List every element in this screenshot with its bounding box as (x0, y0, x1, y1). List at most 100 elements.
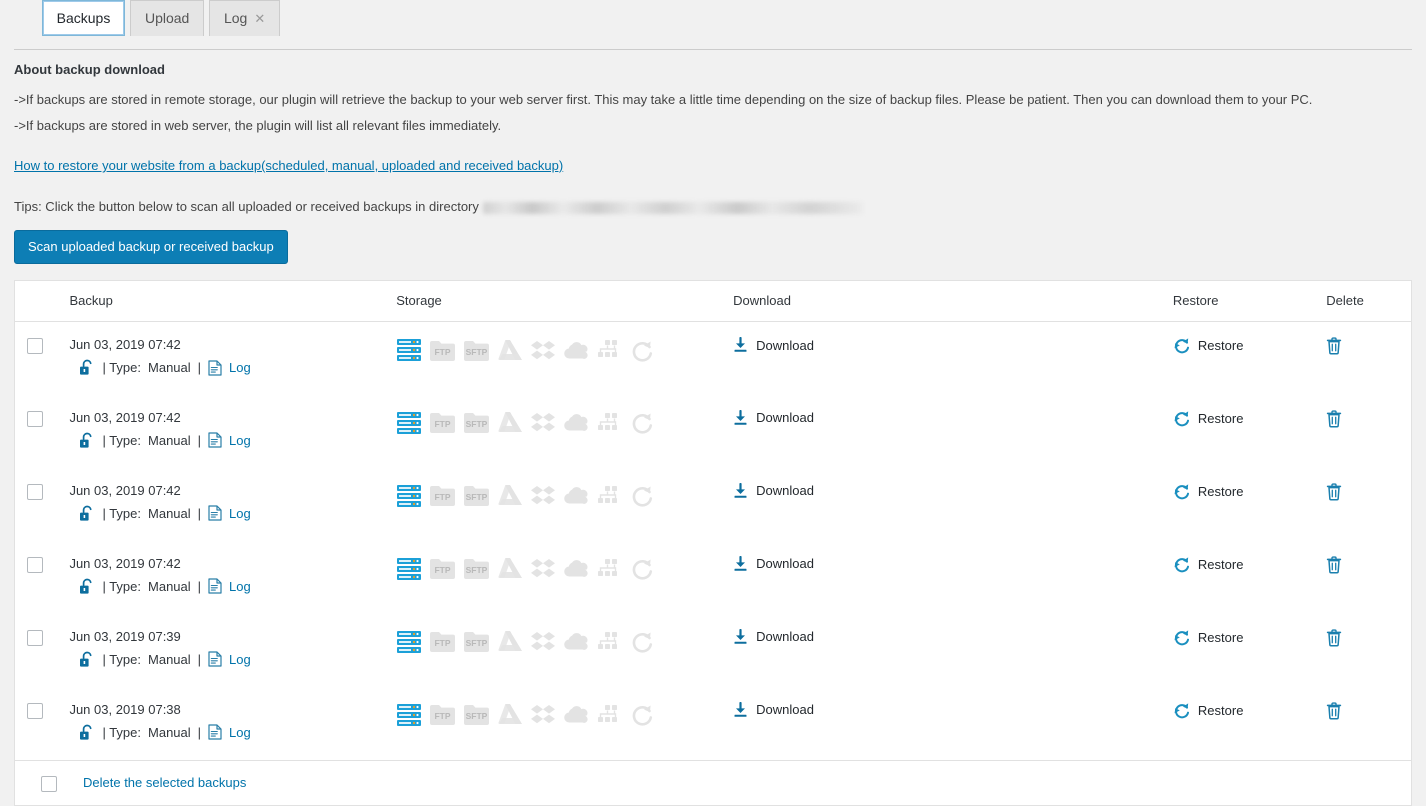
delete-backup-button[interactable] (1326, 701, 1411, 720)
download-action[interactable]: Download (733, 482, 1173, 499)
web-server-icon[interactable] (396, 703, 422, 727)
onedrive-icon[interactable] (563, 558, 590, 579)
restore-action[interactable]: Restore (1173, 628, 1326, 646)
delete-backup-button[interactable] (1326, 409, 1411, 428)
how-to-restore-link[interactable]: How to restore your website from a backu… (14, 158, 563, 173)
sync-icon[interactable] (630, 339, 654, 362)
download-link[interactable]: Download (756, 338, 814, 353)
web-server-icon[interactable] (396, 338, 422, 362)
unlock-icon[interactable] (79, 505, 95, 522)
scan-uploaded-backup-button[interactable]: Scan uploaded backup or received backup (14, 230, 288, 264)
restore-action[interactable]: Restore (1173, 482, 1326, 500)
sync-icon[interactable] (630, 557, 654, 580)
download-link[interactable]: Download (756, 629, 814, 644)
download-action[interactable]: Download (733, 701, 1173, 718)
download-icon[interactable] (733, 702, 748, 718)
log-link[interactable]: Log (229, 652, 251, 667)
download-icon[interactable] (733, 483, 748, 499)
dropbox-icon[interactable] (530, 339, 556, 362)
sftp-icon[interactable]: SFTP (463, 557, 490, 580)
download-action[interactable]: Download (733, 555, 1173, 572)
dropbox-icon[interactable] (530, 630, 556, 653)
download-icon[interactable] (733, 410, 748, 426)
ftp-icon[interactable]: FTP (429, 703, 456, 726)
ftp-icon[interactable]: FTP (429, 484, 456, 507)
onedrive-icon[interactable] (563, 412, 590, 433)
sync-icon[interactable] (630, 411, 654, 434)
delete-selected-backups-link[interactable]: Delete the selected backups (83, 775, 246, 790)
log-link[interactable]: Log (229, 360, 251, 375)
ftp-icon[interactable]: FTP (429, 630, 456, 653)
tab-log[interactable]: Log✕ (209, 0, 280, 36)
web-server-icon[interactable] (396, 557, 422, 581)
dropbox-icon[interactable] (530, 484, 556, 507)
download-link[interactable]: Download (756, 556, 814, 571)
unlock-icon[interactable] (79, 651, 95, 668)
download-icon[interactable] (733, 337, 748, 353)
sftp-icon[interactable]: SFTP (463, 411, 490, 434)
google-drive-icon[interactable] (497, 339, 523, 362)
google-drive-icon[interactable] (497, 630, 523, 653)
dropbox-icon[interactable] (530, 411, 556, 434)
delete-backup-button[interactable] (1326, 628, 1411, 647)
ftp-icon[interactable]: FTP (429, 339, 456, 362)
row-checkbox[interactable] (27, 703, 43, 719)
onedrive-icon[interactable] (563, 631, 590, 652)
onedrive-icon[interactable] (563, 485, 590, 506)
google-drive-icon[interactable] (497, 703, 523, 726)
restore-link[interactable]: Restore (1198, 338, 1244, 353)
log-file-icon[interactable] (208, 432, 222, 448)
delete-backup-button[interactable] (1326, 336, 1411, 355)
amazon-s3-icon[interactable] (597, 558, 623, 580)
web-server-icon[interactable] (396, 630, 422, 654)
restore-icon[interactable] (1173, 702, 1190, 719)
restore-icon[interactable] (1173, 556, 1190, 573)
log-link[interactable]: Log (229, 506, 251, 521)
log-file-icon[interactable] (208, 578, 222, 594)
log-file-icon[interactable] (208, 360, 222, 376)
download-icon[interactable] (733, 556, 748, 572)
download-action[interactable]: Download (733, 409, 1173, 426)
unlock-icon[interactable] (79, 359, 95, 376)
amazon-s3-icon[interactable] (597, 339, 623, 361)
row-checkbox[interactable] (27, 557, 43, 573)
row-checkbox[interactable] (27, 411, 43, 427)
log-file-icon[interactable] (208, 505, 222, 521)
sftp-icon[interactable]: SFTP (463, 484, 490, 507)
onedrive-icon[interactable] (563, 340, 590, 361)
unlock-icon[interactable] (79, 432, 95, 449)
log-file-icon[interactable] (208, 724, 222, 740)
web-server-icon[interactable] (396, 484, 422, 508)
restore-action[interactable]: Restore (1173, 336, 1326, 354)
restore-icon[interactable] (1173, 629, 1190, 646)
restore-action[interactable]: Restore (1173, 701, 1326, 719)
tab-upload[interactable]: Upload (130, 0, 204, 36)
restore-link[interactable]: Restore (1198, 703, 1244, 718)
sync-icon[interactable] (630, 484, 654, 507)
onedrive-icon[interactable] (563, 704, 590, 725)
web-server-icon[interactable] (396, 411, 422, 435)
sftp-icon[interactable]: SFTP (463, 630, 490, 653)
dropbox-icon[interactable] (530, 703, 556, 726)
restore-action[interactable]: Restore (1173, 555, 1326, 573)
tab-backups[interactable]: Backups (42, 0, 126, 36)
google-drive-icon[interactable] (497, 484, 523, 507)
restore-link[interactable]: Restore (1198, 630, 1244, 645)
google-drive-icon[interactable] (497, 411, 523, 434)
sftp-icon[interactable]: SFTP (463, 703, 490, 726)
ftp-icon[interactable]: FTP (429, 557, 456, 580)
row-checkbox[interactable] (27, 484, 43, 500)
row-checkbox[interactable] (27, 338, 43, 354)
dropbox-icon[interactable] (530, 557, 556, 580)
amazon-s3-icon[interactable] (597, 704, 623, 726)
unlock-icon[interactable] (79, 578, 95, 595)
download-action[interactable]: Download (733, 336, 1173, 353)
amazon-s3-icon[interactable] (597, 412, 623, 434)
restore-action[interactable]: Restore (1173, 409, 1326, 427)
download-icon[interactable] (733, 629, 748, 645)
restore-icon[interactable] (1173, 483, 1190, 500)
download-link[interactable]: Download (756, 702, 814, 717)
log-link[interactable]: Log (229, 725, 251, 740)
restore-link[interactable]: Restore (1198, 484, 1244, 499)
row-checkbox[interactable] (27, 630, 43, 646)
